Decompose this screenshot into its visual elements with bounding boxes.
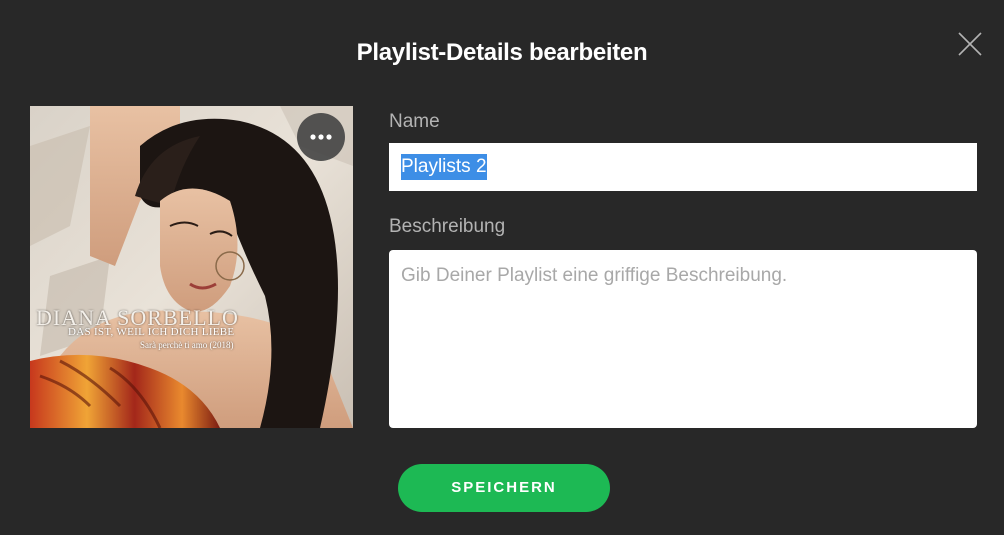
more-options-icon: [310, 134, 332, 140]
cover-options-button[interactable]: [297, 113, 345, 161]
cover-subtitle2-text: Sarà perchè ti amo (2018): [140, 340, 234, 350]
description-placeholder: Gib Deiner Playlist eine griffige Beschr…: [401, 265, 788, 286]
name-input-value: Playlists 2: [401, 154, 487, 180]
cover-subtitle-text: DAS IST, WEIL ICH DICH LIEBE: [68, 326, 235, 338]
close-icon: [958, 32, 982, 56]
name-label: Name: [389, 111, 440, 132]
save-button[interactable]: SPEICHERN: [398, 464, 610, 512]
description-label: Beschreibung: [389, 216, 506, 237]
edit-playlist-dialog: Playlist-Details bearbeiten DIANA SORBEL…: [0, 0, 1004, 535]
dialog-title: Playlist-Details bearbeiten: [356, 39, 648, 66]
description-textarea[interactable]: Gib Deiner Playlist eine griffige Beschr…: [389, 250, 977, 428]
name-input[interactable]: Playlists 2: [389, 143, 977, 191]
close-button[interactable]: [953, 27, 987, 61]
